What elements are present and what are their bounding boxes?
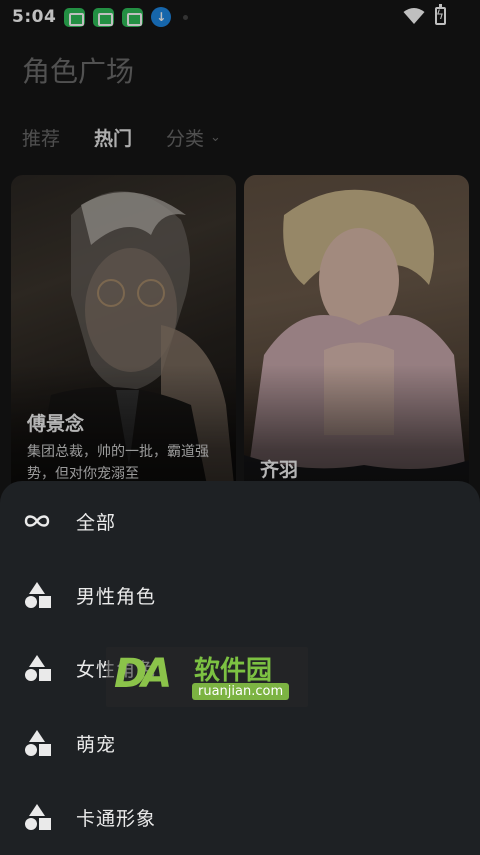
menu-item-cartoon[interactable]: 卡通形象 bbox=[0, 780, 480, 854]
watermark-cn-text: 软件园 bbox=[194, 656, 273, 686]
menu-item-male[interactable]: 男性角色 bbox=[0, 558, 480, 632]
shapes-icon bbox=[25, 655, 51, 681]
menu-item-label: 全部 bbox=[76, 511, 117, 534]
menu-item-label: 男性角色 bbox=[76, 585, 157, 608]
watermark-logo: DA 软件园 ruanjian.com bbox=[106, 647, 308, 707]
watermark-en-text: ruanjian.com bbox=[192, 683, 290, 700]
menu-item-label: 萌宠 bbox=[76, 733, 117, 756]
menu-item-pets[interactable]: 萌宠 bbox=[0, 706, 480, 780]
menu-item-label: 卡通形象 bbox=[76, 807, 157, 830]
watermark-mark: DA bbox=[114, 651, 172, 697]
shapes-icon bbox=[25, 804, 51, 830]
infinity-icon bbox=[24, 515, 50, 527]
menu-item-all[interactable]: 全部 bbox=[0, 484, 480, 558]
shapes-icon bbox=[25, 582, 51, 608]
shapes-icon bbox=[25, 730, 51, 756]
